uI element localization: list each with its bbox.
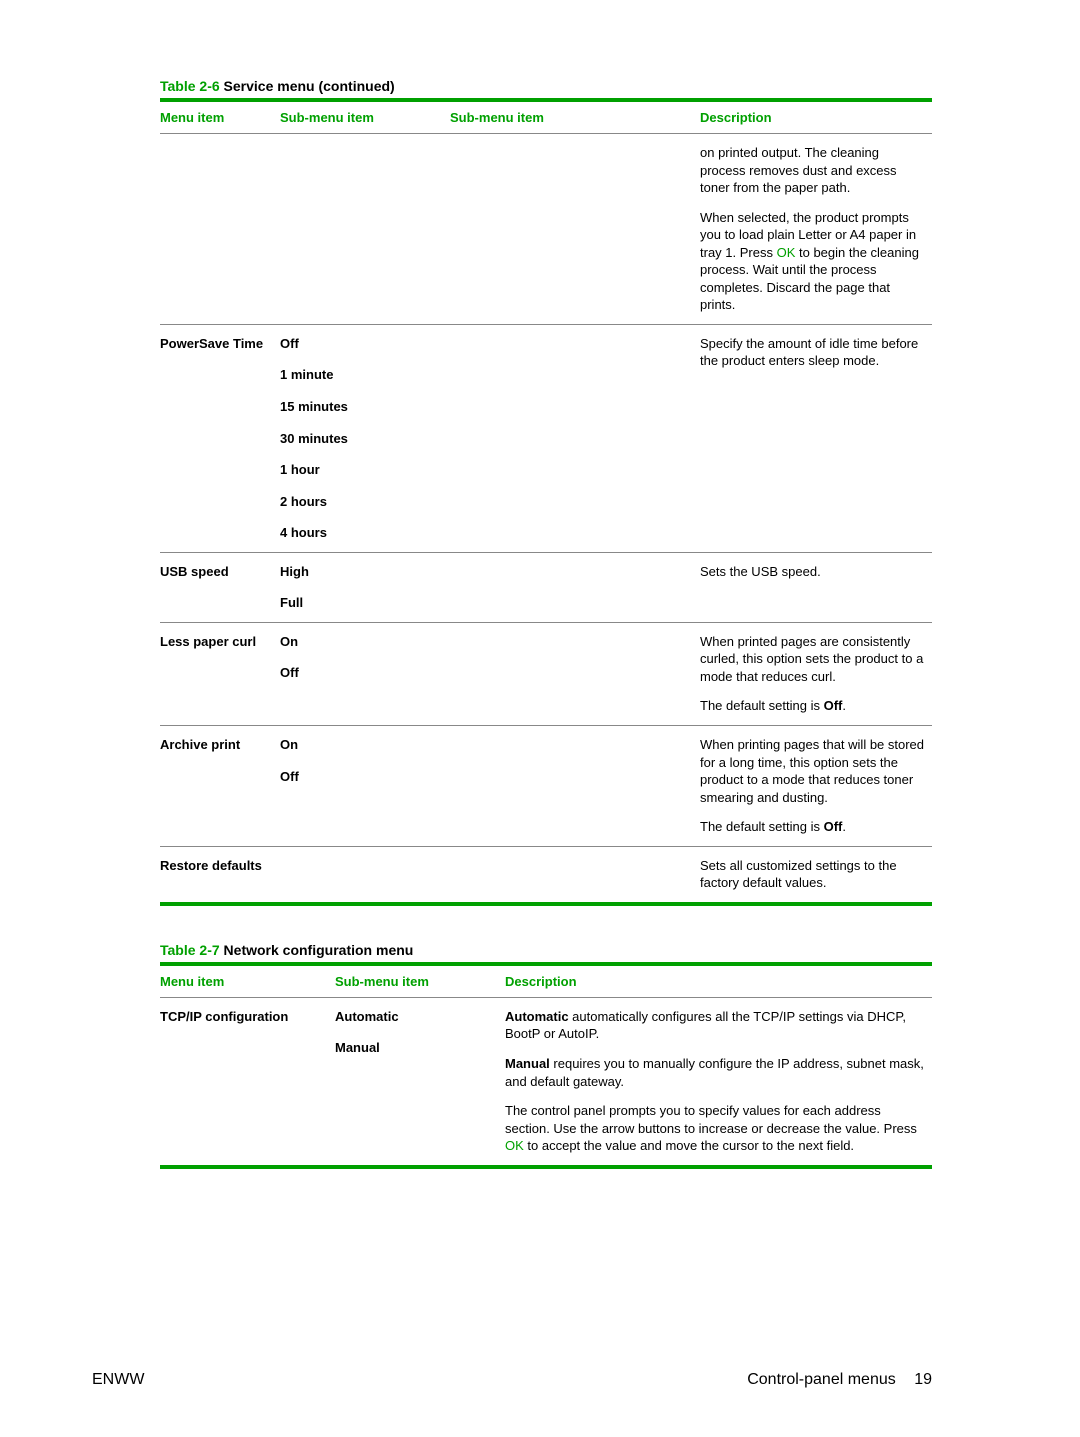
network-config-table: Menu item Sub-menu item Description TCP/… xyxy=(160,962,932,1169)
table-row: PowerSave Time Off 1 minute 15 minutes 3… xyxy=(160,324,932,552)
option-item: On xyxy=(280,736,442,754)
option-item: High xyxy=(280,563,442,581)
option-item: 4 hours xyxy=(280,524,442,542)
option-item: 2 hours xyxy=(280,493,442,511)
text-fragment: requires you to manually configure the I… xyxy=(505,1056,924,1089)
text-fragment: The control panel prompts you to specify… xyxy=(505,1103,917,1136)
option-item: 30 minutes xyxy=(280,430,442,448)
description-cell: Automatic automatically configures all t… xyxy=(505,997,932,1166)
submenu-cell: On Off xyxy=(280,726,450,847)
menu-item-cell: Archive print xyxy=(160,726,280,847)
description-text: Automatic automatically configures all t… xyxy=(505,1008,924,1043)
service-menu-table: Menu item Sub-menu item Sub-menu item De… xyxy=(160,98,932,906)
option-item: Automatic xyxy=(335,1008,497,1026)
description-text: on printed output. The cleaning process … xyxy=(700,144,924,197)
option-item: Off xyxy=(280,335,442,353)
description-text: The default setting is Off. xyxy=(700,697,924,715)
option-item: Full xyxy=(280,594,442,612)
table-caption: Table 2-6 Service menu (continued) xyxy=(160,78,932,94)
table-row: Less paper curl On Off When printed page… xyxy=(160,622,932,725)
option-item: Off xyxy=(280,664,442,682)
submenu-cell: Automatic Manual xyxy=(335,997,505,1166)
description-cell: on printed output. The cleaning process … xyxy=(700,134,932,325)
menu-item-cell: TCP/IP configuration xyxy=(160,997,335,1166)
text-fragment: to accept the value and move the cursor … xyxy=(524,1138,854,1153)
submenu-cell: On Off xyxy=(280,622,450,725)
off-label: Off xyxy=(824,819,843,834)
submenu-cell: High Full xyxy=(280,552,450,622)
off-label: Off xyxy=(824,698,843,713)
description-text: Manual requires you to manually configur… xyxy=(505,1055,924,1090)
text-fragment: . xyxy=(842,819,846,834)
footer-left: ENWW xyxy=(92,1371,144,1389)
description-text: The control panel prompts you to specify… xyxy=(505,1102,924,1155)
table-number: Table 2-6 xyxy=(160,78,220,94)
option-item: 1 hour xyxy=(280,461,442,479)
text-fragment: The default setting is xyxy=(700,698,824,713)
menu-item-cell: Less paper curl xyxy=(160,622,280,725)
document-page: Table 2-6 Service menu (continued) Menu … xyxy=(0,0,1080,1437)
option-item: 15 minutes xyxy=(280,398,442,416)
ok-label: OK xyxy=(777,245,796,260)
ok-label: OK xyxy=(505,1138,524,1153)
column-header: Menu item xyxy=(160,100,280,134)
table-row: USB speed High Full Sets the USB speed. xyxy=(160,552,932,622)
text-fragment: . xyxy=(842,698,846,713)
bold-fragment: Automatic xyxy=(505,1009,569,1024)
menu-item-cell: Restore defaults xyxy=(160,846,280,904)
description-cell: When printed pages are consistently curl… xyxy=(700,622,932,725)
description-cell: Sets all customized settings to the fact… xyxy=(700,846,932,904)
description-cell: Sets the USB speed. xyxy=(700,552,932,622)
table-title: Service menu (continued) xyxy=(220,78,395,94)
table-row: Restore defaults Sets all customized set… xyxy=(160,846,932,904)
footer-right: Control-panel menus 19 xyxy=(747,1371,932,1389)
column-header: Description xyxy=(505,964,932,998)
column-header: Sub-menu item xyxy=(450,100,700,134)
option-item: On xyxy=(280,633,442,651)
description-text: When selected, the product prompts you t… xyxy=(700,209,924,314)
description-cell: Specify the amount of idle time before t… xyxy=(700,324,932,552)
table-row: Archive print On Off When printing pages… xyxy=(160,726,932,847)
description-text: When printed pages are consistently curl… xyxy=(700,633,924,686)
bold-fragment: Manual xyxy=(505,1056,550,1071)
option-item: Manual xyxy=(335,1039,497,1057)
table-number: Table 2-7 xyxy=(160,942,220,958)
column-header: Sub-menu item xyxy=(280,100,450,134)
menu-item-cell: USB speed xyxy=(160,552,280,622)
table-row: on printed output. The cleaning process … xyxy=(160,134,932,325)
page-footer: ENWW Control-panel menus 19 xyxy=(92,1371,932,1389)
table-title: Network configuration menu xyxy=(220,942,414,958)
table-row: TCP/IP configuration Automatic Manual Au… xyxy=(160,997,932,1166)
description-cell: When printing pages that will be stored … xyxy=(700,726,932,847)
column-header: Menu item xyxy=(160,964,335,998)
section-title: Control-panel menus xyxy=(747,1371,896,1388)
text-fragment: The default setting is xyxy=(700,819,824,834)
option-item: Off xyxy=(280,768,442,786)
menu-item-cell: PowerSave Time xyxy=(160,324,280,552)
table-caption: Table 2-7 Network configuration menu xyxy=(160,942,932,958)
page-number: 19 xyxy=(914,1371,932,1388)
column-header: Sub-menu item xyxy=(335,964,505,998)
description-text: The default setting is Off. xyxy=(700,818,924,836)
column-header: Description xyxy=(700,100,932,134)
submenu-cell: Off 1 minute 15 minutes 30 minutes 1 hou… xyxy=(280,324,450,552)
option-item: 1 minute xyxy=(280,366,442,384)
description-text: When printing pages that will be stored … xyxy=(700,736,924,806)
